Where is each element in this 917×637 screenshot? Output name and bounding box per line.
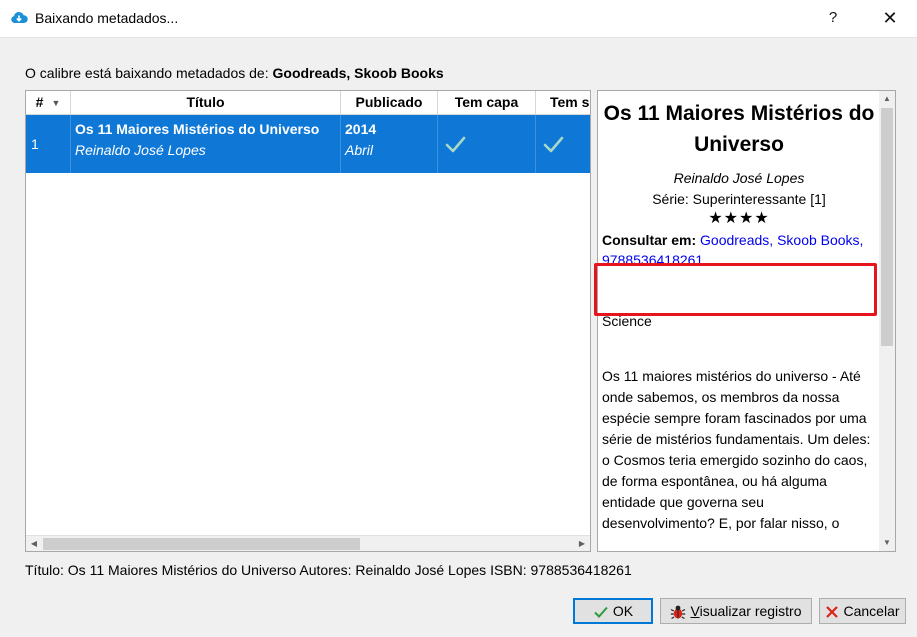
- metadata-preview: Os 11 Maiores Mistérios do Universo Rein…: [597, 90, 896, 552]
- ok-button[interactable]: OK: [573, 598, 653, 624]
- cell-published: 2014 Abril: [341, 115, 438, 173]
- scroll-up-icon[interactable]: ▲: [879, 91, 895, 107]
- scrollbar-thumb[interactable]: [43, 538, 360, 550]
- row-year: 2014: [345, 121, 377, 137]
- view-log-label-rest: isualizar registro: [699, 603, 802, 619]
- checkmark-icon: [445, 136, 466, 153]
- view-log-mnemonic: V: [690, 603, 700, 619]
- checkmark-icon: [594, 607, 608, 619]
- status-sources: Goodreads, Skoob Books: [272, 65, 444, 81]
- consult-label: Consultar em:: [602, 232, 697, 248]
- cell-has-summary: [536, 115, 590, 173]
- table-header: # ▼ Título Publicado Tem capa Tem s: [26, 91, 590, 115]
- preview-title: Os 11 Maiores Mistérios do Universo: [603, 102, 875, 156]
- view-log-label: Visualizar registro: [690, 603, 801, 619]
- highlight-box: [594, 263, 877, 316]
- preview-author: Reinaldo José Lopes: [673, 170, 805, 186]
- column-header-published[interactable]: Publicado: [341, 91, 438, 115]
- title-bar: Baixando metadados... ? ✕: [0, 0, 917, 37]
- window-title: Baixando metadados...: [35, 10, 179, 26]
- bug-icon: [671, 605, 686, 620]
- selection-summary: Título: Os 11 Maiores Mistérios do Unive…: [25, 562, 632, 578]
- column-header-title[interactable]: Título: [71, 91, 341, 115]
- dialog-body: O calibre está baixando metadados de: Go…: [0, 37, 917, 637]
- row-title: Os 11 Maiores Mistérios do Universo: [75, 121, 320, 137]
- sort-down-icon: ▼: [51, 97, 61, 108]
- scroll-left-icon[interactable]: ◀: [26, 536, 42, 551]
- preview-description: Os 11 maiores mistérios do universo - At…: [602, 368, 871, 531]
- cell-has-cover: [438, 115, 536, 173]
- preview-series: Série: Superinteressante [1]: [652, 191, 826, 207]
- view-log-button[interactable]: Visualizar registro: [660, 598, 812, 624]
- cancel-button[interactable]: Cancelar: [819, 598, 906, 624]
- column-header-has-summary[interactable]: Tem s: [536, 91, 590, 115]
- close-icon: [826, 606, 839, 619]
- column-header-num-label: #: [35, 94, 44, 110]
- row-publisher: Abril: [345, 142, 374, 158]
- cell-title: Os 11 Maiores Mistérios do Universo Rein…: [71, 115, 341, 173]
- rating-stars: ★★★★: [708, 210, 770, 227]
- column-header-num[interactable]: # ▼: [26, 91, 71, 115]
- row-author: Reinaldo José Lopes: [75, 142, 206, 158]
- vertical-scrollbar[interactable]: ▲ ▼: [879, 91, 895, 551]
- scrollbar-thumb[interactable]: [881, 108, 893, 346]
- column-header-has-cover[interactable]: Tem capa: [438, 91, 536, 115]
- cloud-download-icon: [11, 11, 28, 23]
- cancel-label: Cancelar: [843, 603, 900, 619]
- cell-num: 1: [26, 115, 71, 173]
- horizontal-scrollbar[interactable]: ◀ ▶: [26, 535, 590, 551]
- status-prefix: O calibre está baixando metadados de:: [25, 65, 269, 81]
- help-button[interactable]: ?: [818, 6, 848, 30]
- close-button[interactable]: ✕: [875, 6, 905, 30]
- table-row[interactable]: 1 Os 11 Maiores Mistérios do Universo Re…: [26, 115, 590, 173]
- results-table[interactable]: # ▼ Título Publicado Tem capa Tem s 1 Os …: [25, 90, 591, 552]
- status-text: O calibre está baixando metadados de: Go…: [25, 65, 444, 81]
- ok-label: OK: [612, 603, 634, 619]
- row-number: 1: [31, 136, 39, 152]
- scroll-down-icon[interactable]: ▼: [879, 535, 895, 551]
- checkmark-icon: [543, 136, 564, 153]
- scroll-right-icon[interactable]: ▶: [574, 536, 590, 551]
